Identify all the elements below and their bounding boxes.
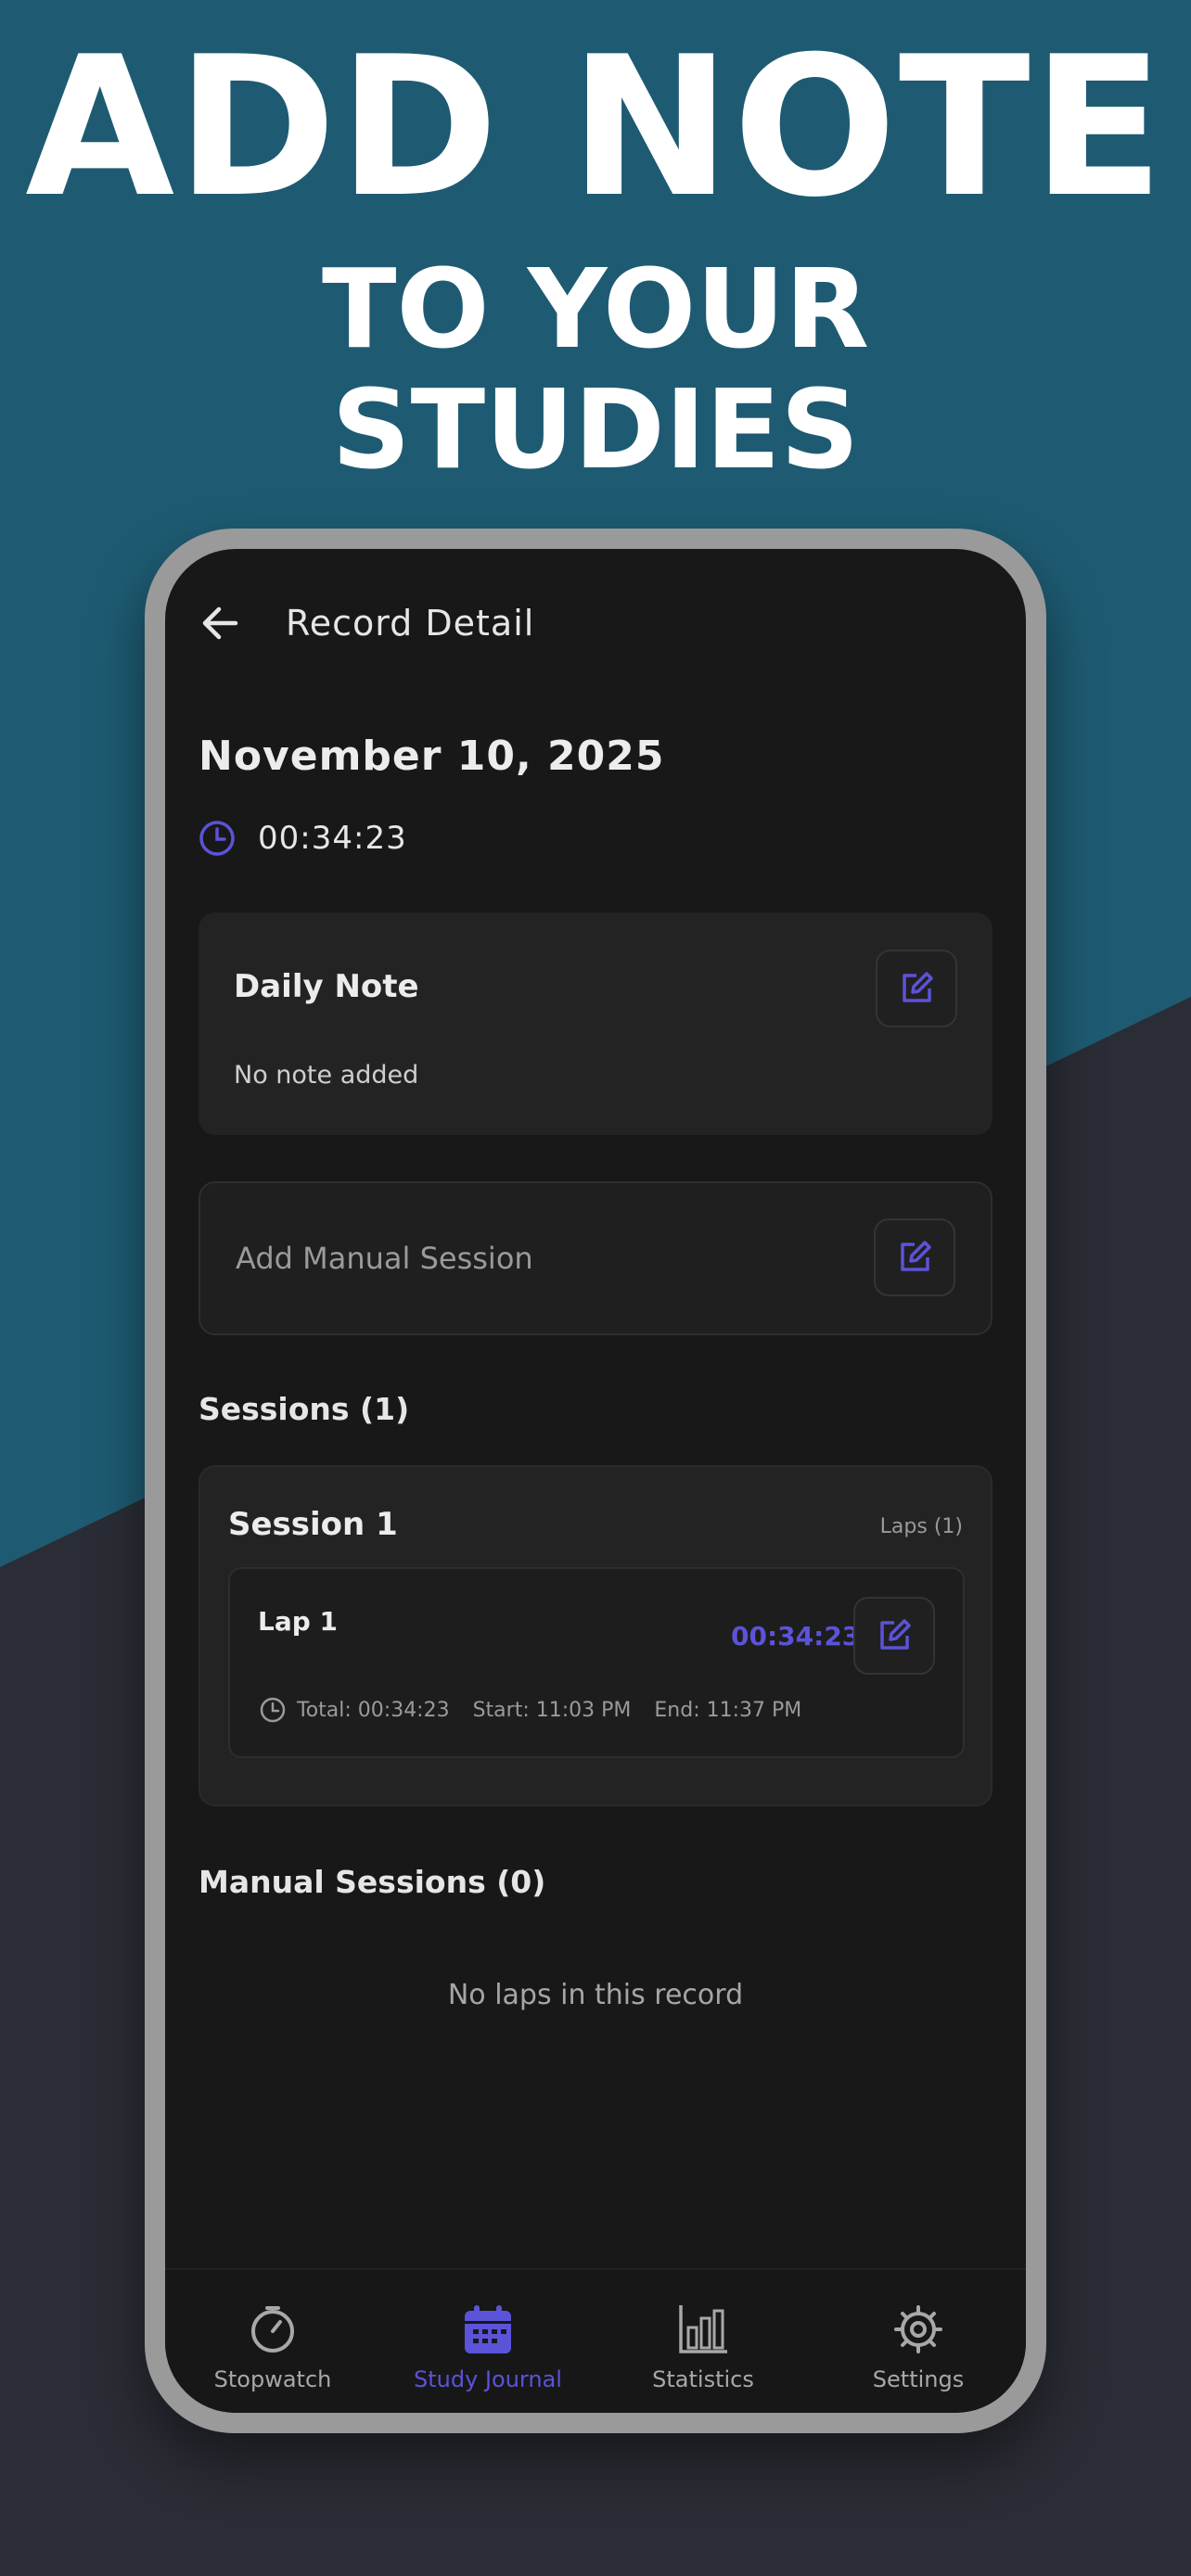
bar-chart-icon (679, 2305, 727, 2353)
lap-meta: Total: 00:34:23 Start: 11:03 PM End: 11:… (297, 1699, 818, 1722)
daily-note-title: Daily Note (234, 968, 419, 1005)
calendar-icon (465, 2305, 511, 2353)
nav-item-stopwatch[interactable]: Stopwatch (165, 2270, 380, 2413)
page-title: Record Detail (286, 603, 535, 644)
laps-count: Laps (1) (879, 1515, 963, 1538)
gear-icon (894, 2305, 942, 2353)
nav-label-study-journal: Study Journal (414, 2366, 562, 2392)
lap-title: Lap 1 (258, 1606, 339, 1637)
clock-icon (199, 821, 235, 856)
record-duration: 00:34:23 (258, 820, 407, 857)
lap-total: Total: 00:34:23 (297, 1699, 450, 1722)
empty-state-text: No laps in this record (447, 1979, 744, 2011)
arrow-left-icon (202, 606, 238, 640)
lap-card: Lap 1 00:34:23 Total: 00:34:23 Start: 11… (228, 1567, 965, 1758)
edit-icon (880, 1619, 911, 1650)
session-card: Session 1 Laps (1) Lap 1 00:34:23 Total:… (198, 1465, 992, 1806)
promo-subheadline-2: STUDIES (331, 365, 860, 493)
app-bar: Record Detail (165, 549, 1026, 679)
nav-item-settings[interactable]: Settings (811, 2270, 1026, 2413)
sessions-header: Sessions (1) (198, 1391, 410, 1427)
app-screen: Record Detail November 10, 2025 00:34:23… (165, 549, 1026, 2413)
daily-note-card: Daily Note No note added (198, 912, 992, 1135)
edit-note-button[interactable] (876, 950, 957, 1027)
edit-lap-button[interactable] (853, 1597, 935, 1675)
promo-headline: ADD NOTE (25, 16, 1166, 240)
nav-item-study-journal[interactable]: Study Journal (380, 2270, 596, 2413)
session-title: Session 1 (228, 1506, 398, 1543)
lap-start: Start: 11:03 PM (472, 1699, 632, 1722)
edit-icon (901, 1241, 931, 1271)
nav-item-statistics[interactable]: Statistics (596, 2270, 811, 2413)
promo-subheadline-1: TO YOUR (321, 245, 870, 373)
back-button[interactable] (193, 595, 249, 651)
add-manual-session-label: Add Manual Session (236, 1241, 533, 1276)
record-date: November 10, 2025 (198, 733, 665, 780)
lap-time: 00:34:23 (731, 1621, 861, 1651)
edit-icon (903, 972, 933, 1002)
nav-label-settings: Settings (872, 2366, 965, 2392)
stopwatch-icon (251, 2306, 294, 2353)
nav-label-statistics: Statistics (652, 2366, 754, 2392)
phone-frame: Record Detail November 10, 2025 00:34:23… (145, 529, 1046, 2433)
clock-icon (260, 1697, 286, 1723)
add-manual-session-button[interactable] (874, 1218, 955, 1296)
manual-sessions-header: Manual Sessions (0) (198, 1864, 546, 1900)
lap-end: End: 11:37 PM (654, 1699, 802, 1722)
add-manual-session-card[interactable]: Add Manual Session (198, 1181, 992, 1335)
nav-label-stopwatch: Stopwatch (213, 2366, 332, 2392)
bottom-navigation: Stopwatch Study Journal Statistics Setti… (165, 2268, 1026, 2413)
daily-note-body: No note added (234, 1061, 419, 1090)
